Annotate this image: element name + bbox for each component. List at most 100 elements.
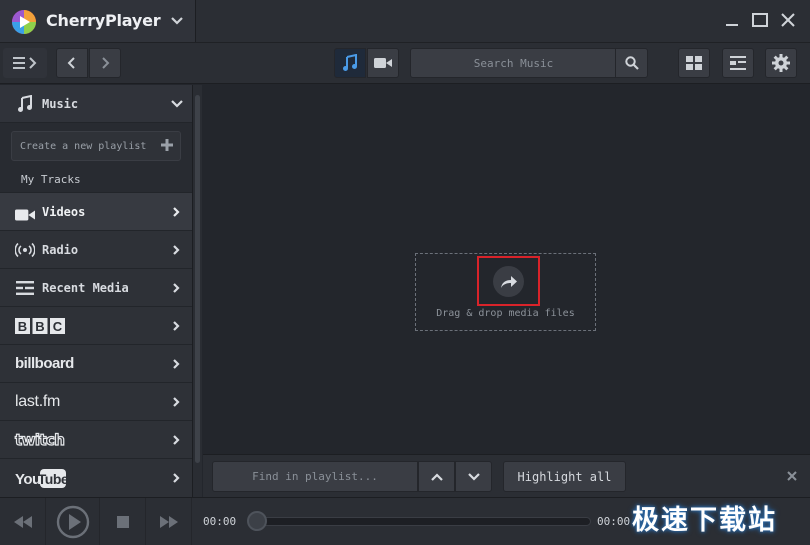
fast-forward-icon	[159, 516, 178, 528]
svg-text:C: C	[53, 319, 63, 334]
stop-button[interactable]	[100, 498, 146, 545]
drop-icon-highlight	[477, 256, 540, 306]
toolbar	[0, 42, 810, 84]
minimize-icon[interactable]	[722, 11, 742, 29]
sidebar-item-label: Recent Media	[42, 280, 129, 295]
next-button[interactable]	[146, 498, 192, 545]
forward-button[interactable]	[89, 48, 121, 78]
find-previous-button[interactable]	[418, 461, 455, 492]
twitch-logo: twitch	[14, 430, 65, 449]
previous-button[interactable]	[0, 498, 46, 545]
sidebar-item-radio[interactable]: Radio	[0, 231, 192, 269]
chevron-up-icon	[430, 472, 443, 481]
play-button[interactable]	[46, 498, 100, 545]
maximize-icon[interactable]	[750, 11, 770, 29]
list-view-button[interactable]	[722, 48, 754, 78]
chevron-right-icon	[173, 321, 180, 331]
chevron-right-icon	[173, 397, 180, 407]
chevron-right-icon	[173, 473, 180, 483]
chevron-right-icon	[173, 207, 180, 217]
main-content: Drag & drop media files	[203, 85, 810, 453]
share-arrow-icon	[500, 275, 517, 288]
video-camera-icon	[374, 58, 392, 68]
sidebar-item-label: Music	[42, 96, 79, 111]
find-box	[212, 461, 418, 492]
billboard-logo: billboard	[15, 355, 74, 372]
back-button[interactable]	[56, 48, 88, 78]
sidebar-item-videos[interactable]: Videos	[0, 193, 192, 231]
search-box	[410, 48, 648, 78]
svg-text:Tube: Tube	[38, 471, 67, 487]
stop-icon	[116, 516, 129, 528]
chevron-right-icon	[173, 245, 180, 255]
chevron-down-icon[interactable]	[168, 14, 186, 28]
sidebar-item-music[interactable]: Music	[0, 85, 192, 123]
find-bar: Highlight all	[203, 454, 810, 497]
drop-zone[interactable]: Drag & drop media files	[415, 253, 596, 331]
bbc-logo: B B C	[15, 318, 65, 334]
youtube-logo: You Tube	[15, 469, 67, 488]
search-button[interactable]	[615, 49, 647, 77]
chevron-left-icon	[67, 57, 75, 69]
new-playlist-input[interactable]	[12, 132, 157, 160]
app-title: CherryPlayer	[46, 11, 161, 30]
chevron-right-icon	[173, 283, 180, 293]
plus-icon[interactable]	[160, 138, 174, 152]
total-time: 00:00	[597, 515, 631, 528]
radio-waves-icon	[15, 242, 35, 258]
search-icon	[624, 56, 639, 70]
chevron-down-icon[interactable]	[170, 98, 184, 110]
sidebar-item-youtube[interactable]: You Tube	[0, 459, 192, 497]
sidebar-toggle-button[interactable]	[3, 48, 47, 78]
music-note-icon	[18, 95, 32, 112]
close-icon[interactable]	[786, 470, 798, 482]
music-subpanel: My Tracks	[0, 123, 192, 193]
rewind-icon	[13, 516, 32, 528]
sidebar-item-twitch[interactable]: twitch	[0, 421, 192, 459]
close-icon[interactable]	[778, 11, 798, 29]
sidebar: Music My Tracks Videos Radio	[0, 85, 192, 497]
sidebar-scrollbar[interactable]	[192, 85, 202, 497]
play-icon	[56, 505, 89, 539]
sidebar-item-billboard[interactable]: billboard	[0, 345, 192, 383]
sidebar-item-label: Radio	[42, 242, 79, 257]
video-camera-icon	[15, 209, 35, 221]
share-button[interactable]	[493, 266, 524, 297]
find-next-button[interactable]	[455, 461, 492, 492]
chevron-right-icon	[173, 435, 180, 445]
music-note-icon	[343, 54, 357, 71]
find-in-playlist-input[interactable]	[213, 462, 417, 491]
svg-text:B: B	[35, 319, 44, 334]
cherryplayer-logo	[12, 10, 36, 34]
app-menu-tab[interactable]: CherryPlayer	[0, 0, 196, 42]
watermark: 极速下载站	[632, 505, 777, 536]
grid-view-button[interactable]	[678, 48, 710, 78]
list-view-icon	[730, 56, 746, 70]
seek-bar[interactable]	[251, 517, 591, 526]
highlight-all-button[interactable]: Highlight all	[503, 461, 626, 492]
svg-text:B: B	[18, 319, 27, 334]
sidebar-item-recent-media[interactable]: Recent Media	[0, 269, 192, 307]
new-playlist-box	[11, 131, 181, 161]
menu-icon	[13, 57, 37, 69]
chevron-right-icon	[173, 359, 180, 369]
seek-handle[interactable]	[247, 511, 267, 531]
settings-button[interactable]	[765, 48, 797, 78]
music-mode-button[interactable]	[334, 48, 366, 78]
drop-hint: Drag & drop media files	[436, 308, 575, 319]
current-time: 00:00	[203, 515, 237, 528]
search-input[interactable]	[411, 49, 616, 77]
sidebar-item-label: Videos	[42, 204, 86, 219]
grid-view-icon	[686, 56, 702, 70]
sidebar-item-lastfm[interactable]: last.fm	[0, 383, 192, 421]
scrollbar-thumb[interactable]	[195, 95, 200, 463]
video-mode-button[interactable]	[367, 48, 399, 78]
gear-icon	[772, 54, 790, 72]
lastfm-logo: last.fm	[15, 392, 61, 410]
chevron-right-icon	[102, 57, 110, 69]
my-tracks-link[interactable]: My Tracks	[21, 173, 81, 186]
sidebar-item-bbc[interactable]: B B C	[0, 307, 192, 345]
chevron-down-icon	[467, 472, 480, 481]
recent-media-icon	[16, 281, 34, 295]
title-bar: CherryPlayer	[0, 0, 810, 42]
